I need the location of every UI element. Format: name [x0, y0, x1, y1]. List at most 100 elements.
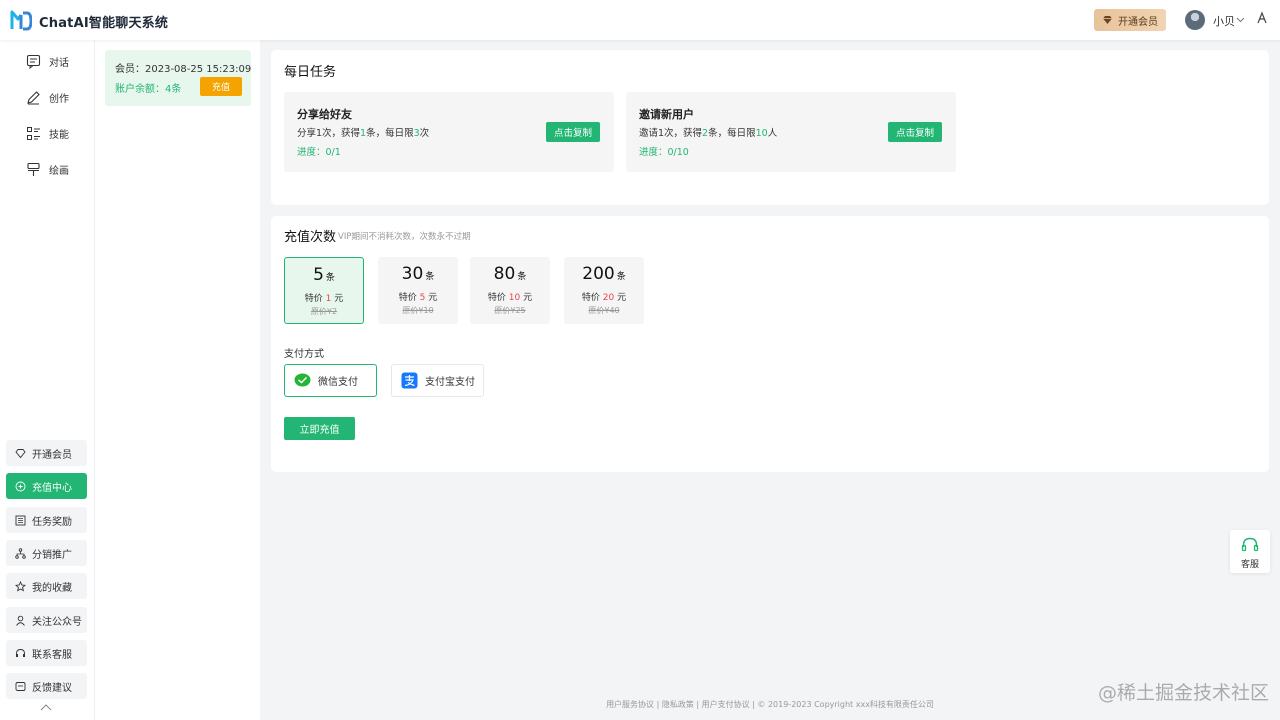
price-unit: 元 — [523, 293, 533, 303]
task-desc-text: 邀请1次，获得 — [639, 128, 703, 139]
app-title: ChatAI智能聊天系统 — [39, 16, 169, 31]
wechat-pay-icon — [294, 373, 311, 387]
headset-icon — [1241, 537, 1259, 552]
task-description: 分享1次，获得1条，每日限3次 — [297, 125, 429, 139]
logout-icon[interactable] — [1255, 11, 1269, 25]
diamond-icon — [15, 448, 26, 458]
copy-share-button[interactable]: 点击复制 — [546, 122, 600, 142]
customer-service-label: 客服 — [1240, 560, 1259, 570]
nav-create[interactable]: 创作 — [26, 87, 86, 107]
package-original-price: 原价¥25 — [494, 306, 526, 315]
watermark: @稀土掘金技术社区 — [1098, 682, 1270, 704]
nav-draw[interactable]: 绘画 — [26, 159, 86, 179]
package-unit: 条 — [325, 273, 335, 283]
package-option[interactable]: 80 条 特价 10 元 原价¥25 — [470, 257, 550, 324]
menu-feedback[interactable]: 反馈建议 — [6, 673, 87, 699]
menu-favorites[interactable]: 我的收藏 — [6, 573, 87, 599]
menu-favorites-label: 我的收藏 — [32, 582, 72, 594]
customer-service-button[interactable]: 客服 — [1230, 530, 1270, 573]
nav-chat[interactable]: 对话 — [26, 51, 86, 71]
recharge-title: 充值次数 — [284, 230, 337, 245]
package-price: 特价 20 元 — [564, 290, 644, 303]
nav-draw-label: 绘画 — [49, 165, 69, 177]
task-desc-text: 人 — [767, 128, 778, 139]
package-price: 特价 1 元 — [285, 291, 363, 304]
package-unit: 条 — [425, 272, 435, 282]
diamond-icon — [1103, 16, 1112, 24]
user-name[interactable]: 小贝 — [1213, 13, 1235, 29]
star-icon — [15, 580, 26, 591]
logo-icon[interactable] — [10, 9, 32, 31]
pay-now-button[interactable]: 立即充值 — [284, 417, 355, 440]
package-option[interactable]: 5条 特价 1 元 原价¥2 — [284, 257, 364, 324]
user-icon — [16, 615, 25, 626]
nav-skills-label: 技能 — [49, 129, 69, 141]
menu-vip-label: 开通会员 — [32, 449, 72, 461]
package-count: 200 条 — [564, 264, 644, 284]
menu-feedback-label: 反馈建议 — [32, 682, 72, 694]
menu-follow[interactable]: 关注公众号 — [6, 607, 87, 633]
task-desc-text: 条，每日限 — [366, 128, 414, 139]
recharge-icon — [15, 481, 26, 491]
menu-vip[interactable]: 开通会员 — [6, 440, 87, 466]
recharge-subtitle: VIP期间不消耗次数，次数永不过期 — [338, 232, 471, 242]
task-desc-text: 次 — [419, 128, 430, 139]
price-prefix: 特价 — [581, 293, 600, 303]
nav-skills[interactable]: 技能 — [26, 123, 86, 143]
package-count-value: 30 — [401, 264, 424, 284]
wechat-pay-option[interactable]: 微信支付 — [284, 364, 377, 397]
price-unit: 元 — [428, 293, 438, 303]
menu-task-label: 任务奖励 — [32, 516, 72, 528]
chevron-up-icon[interactable] — [40, 703, 52, 711]
alipay-icon — [401, 372, 418, 389]
task-icon — [15, 515, 26, 525]
feedback-icon — [15, 681, 26, 691]
chevron-down-icon[interactable] — [1236, 17, 1245, 23]
member-panel: 会员：2023-08-25 15:23:09 账户余额：4条 充值 — [94, 40, 260, 720]
task-progress: 进度：0/1 — [297, 147, 341, 158]
price-prefix: 特价 — [304, 294, 323, 304]
task-progress: 进度：0/10 — [639, 147, 689, 158]
recharge-card: 充值次数 VIP期间不消耗次数，次数永不过期 5条 特价 1 元 原价¥2 30… — [271, 216, 1269, 472]
pen-icon — [27, 90, 40, 104]
price-value: 1 — [325, 294, 332, 304]
payment-method-label: 支付方式 — [284, 349, 324, 360]
menu-task[interactable]: 任务奖励 — [6, 507, 87, 533]
menu-follow-label: 关注公众号 — [32, 616, 82, 628]
alipay-option[interactable]: 支付宝支付 — [391, 364, 484, 397]
package-count-value: 200 — [582, 264, 615, 284]
package-count: 80 条 — [470, 264, 550, 284]
price-unit: 元 — [617, 293, 627, 303]
package-original-price: 原价¥2 — [310, 307, 338, 316]
price-prefix: 特价 — [487, 293, 506, 303]
package-price: 特价 10 元 — [470, 290, 550, 303]
package-original-price: 原价¥40 — [588, 306, 620, 315]
menu-distribution[interactable]: 分销推广 — [6, 540, 87, 566]
menu-support[interactable]: 联系客服 — [6, 640, 87, 666]
vip-button[interactable]: 开通会员 — [1094, 9, 1166, 31]
recharge-button[interactable]: 充值 — [200, 77, 242, 96]
task-desc-text: 分享1次，获得 — [297, 128, 361, 139]
brush-icon — [27, 162, 40, 176]
package-option[interactable]: 200 条 特价 20 元 原价¥40 — [564, 257, 644, 324]
headset-icon — [16, 648, 25, 657]
sidebar: 对话 创作 技能 绘画 开通会员 充值中心 任务奖励 分销推广 我的收藏 关注公… — [0, 40, 94, 720]
avatar[interactable] — [1185, 10, 1205, 30]
price-value: 20 — [602, 293, 615, 303]
package-count: 30 条 — [378, 264, 458, 284]
footer-links[interactable]: 用户服务协议 | 隐私政策 | 用户支付协议 | © 2019-2023 Cop… — [560, 699, 980, 710]
package-count-value: 5 — [313, 265, 324, 285]
daily-tasks-card: 每日任务 分享给好友 分享1次，获得1条，每日限3次 进度：0/1 点击复制 邀… — [271, 50, 1269, 205]
wechat-pay-label: 微信支付 — [318, 377, 358, 388]
copy-invite-button[interactable]: 点击复制 — [888, 122, 942, 142]
menu-recharge-label: 充值中心 — [32, 482, 72, 494]
top-bar: ChatAI智能聊天系统 开通会员 小贝 — [0, 0, 1280, 40]
package-price: 特价 5 元 — [378, 290, 458, 303]
menu-recharge[interactable]: 充值中心 — [6, 473, 87, 499]
package-count: 5条 — [285, 265, 363, 285]
chat-icon — [26, 54, 41, 69]
package-option[interactable]: 30 条 特价 5 元 原价¥10 — [378, 257, 458, 324]
task-invite: 邀请新用户 邀请1次，获得2条，每日限10人 进度：0/10 点击复制 — [626, 92, 956, 172]
daily-tasks-title: 每日任务 — [284, 65, 337, 80]
task-description: 邀请1次，获得2条，每日限10人 — [639, 125, 777, 139]
